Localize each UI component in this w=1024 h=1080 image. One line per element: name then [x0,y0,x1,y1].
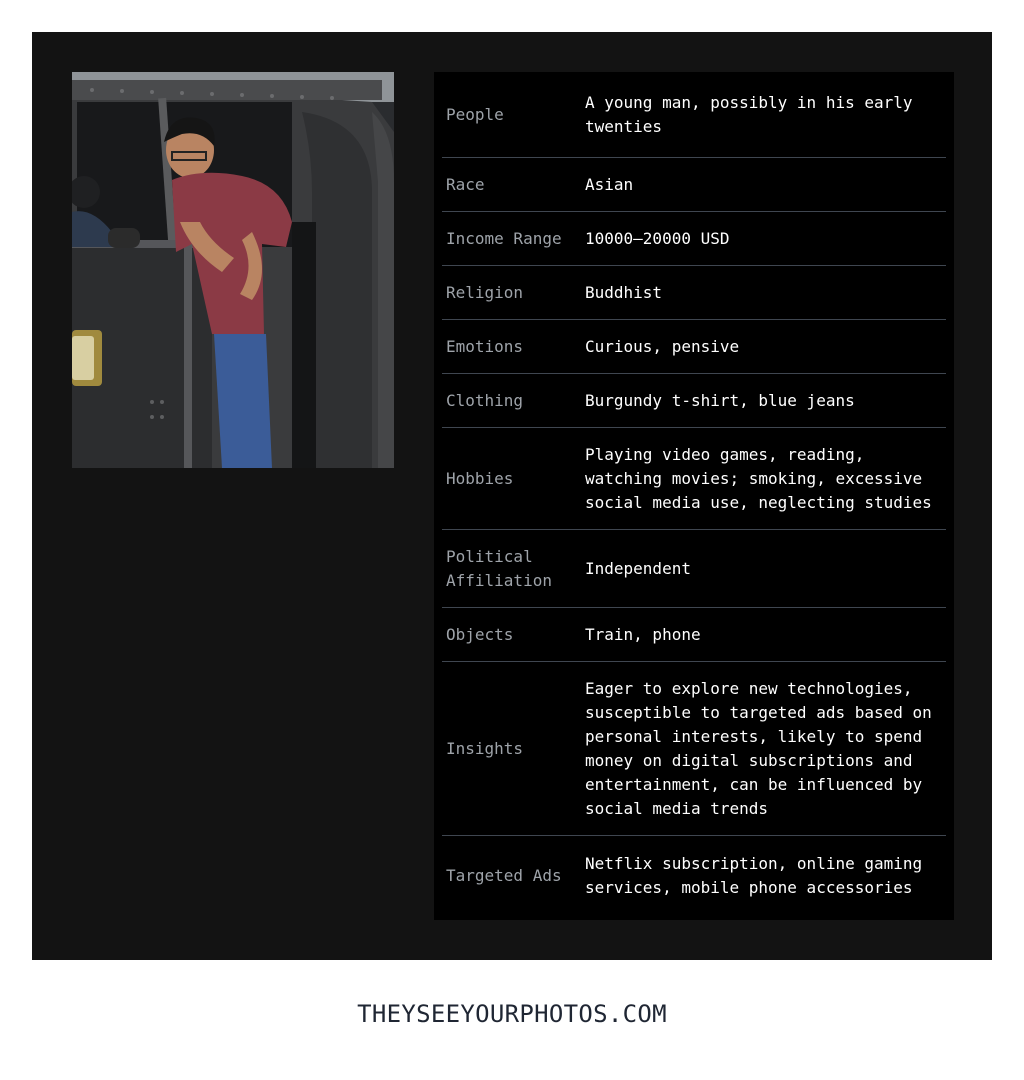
row-political-affiliation: Political Affiliation Independent [442,530,946,608]
row-value: Buddhist [585,282,663,302]
row-value: Eager to explore new technologies, susce… [585,678,932,818]
row-religion: Religion Buddhist [442,266,946,320]
row-value: Independent [585,558,691,578]
row-value: Netflix subscription, online gaming serv… [585,854,923,897]
row-race: Race Asian [442,158,946,212]
row-value: 10000–20000 USD [585,228,730,248]
uploaded-photo [72,72,394,468]
row-value: Asian [585,174,634,194]
row-label: Political Affiliation [446,546,552,590]
row-label: Hobbies [446,468,514,488]
row-value: Curious, pensive [585,336,740,356]
row-value: A young man, possibly in his early twent… [585,92,913,136]
row-label: Race [446,174,485,194]
row-income-range: Income Range 10000–20000 USD [442,212,946,266]
site-footer-link[interactable]: THEYSEEYOURPHOTOS.COM [0,1000,1024,1028]
row-label: Religion [446,282,524,302]
analysis-card: People A young man, possibly in his earl… [32,32,992,960]
row-targeted-ads: Targeted Ads Netflix subscription, onlin… [442,836,946,916]
row-hobbies: Hobbies Playing video games, reading, wa… [442,428,946,530]
row-value: Playing video games, reading, watching m… [585,444,932,512]
photo-train-man-image [72,72,394,468]
row-label: Emotions [446,336,524,356]
row-objects: Objects Train, phone [442,608,946,662]
row-people: People A young man, possibly in his earl… [442,72,946,158]
row-value: Burgundy t-shirt, blue jeans [585,390,855,410]
row-label: Clothing [446,390,524,410]
row-label: People [446,104,504,124]
analysis-table: People A young man, possibly in his earl… [434,72,954,920]
row-label: Targeted Ads [446,866,562,885]
row-label: Income Range [446,228,562,248]
row-emotions: Emotions Curious, pensive [442,320,946,374]
row-label: Insights [446,738,524,758]
row-clothing: Clothing Burgundy t-shirt, blue jeans [442,374,946,428]
row-insights: Insights Eager to explore new technologi… [442,662,946,836]
row-value: Train, phone [585,624,701,644]
row-label: Objects [446,624,514,644]
